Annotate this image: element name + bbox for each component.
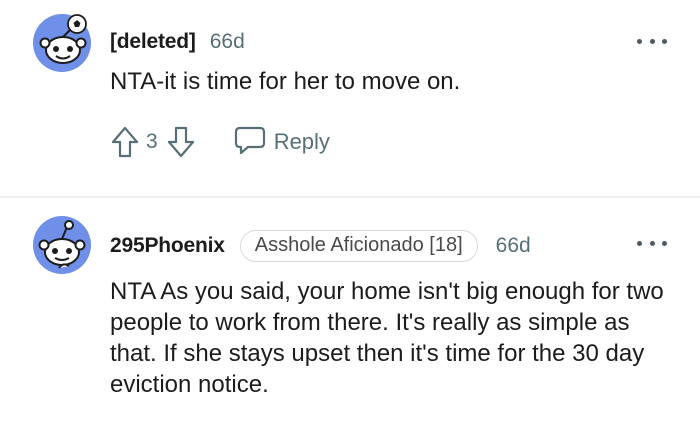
- comment: 295Phoenix Asshole Aficionado [18] 66d N…: [0, 198, 700, 428]
- comment-body: NTA-it is time for her to move on.: [110, 68, 461, 95]
- comment: [deleted] 66d NTA-it is time for her to …: [0, 0, 700, 197]
- reply-icon: [234, 125, 266, 160]
- comment-header: 295Phoenix Asshole Aficionado [18] 66d: [110, 230, 531, 262]
- reply-button[interactable]: Reply: [234, 125, 330, 160]
- comment-header: [deleted] 66d: [110, 27, 245, 57]
- user-flair: Asshole Aficionado [18]: [239, 230, 478, 262]
- username[interactable]: 295Phoenix: [110, 234, 225, 258]
- comment-body: NTA As you said, your home isn't big eno…: [110, 278, 664, 398]
- reply-label: Reply: [273, 129, 330, 154]
- upvote-icon[interactable]: [110, 125, 140, 159]
- more-options-icon[interactable]: [637, 36, 667, 46]
- downvote-icon[interactable]: [166, 125, 196, 159]
- avatar[interactable]: [33, 14, 91, 72]
- more-options-icon[interactable]: [637, 238, 667, 248]
- vote-score: 3: [146, 130, 158, 153]
- timestamp[interactable]: 66d: [210, 30, 245, 54]
- username[interactable]: [deleted]: [110, 30, 196, 54]
- avatar[interactable]: [33, 216, 91, 274]
- timestamp[interactable]: 66d: [496, 234, 531, 258]
- comment-actions: 3 Reply: [110, 122, 330, 162]
